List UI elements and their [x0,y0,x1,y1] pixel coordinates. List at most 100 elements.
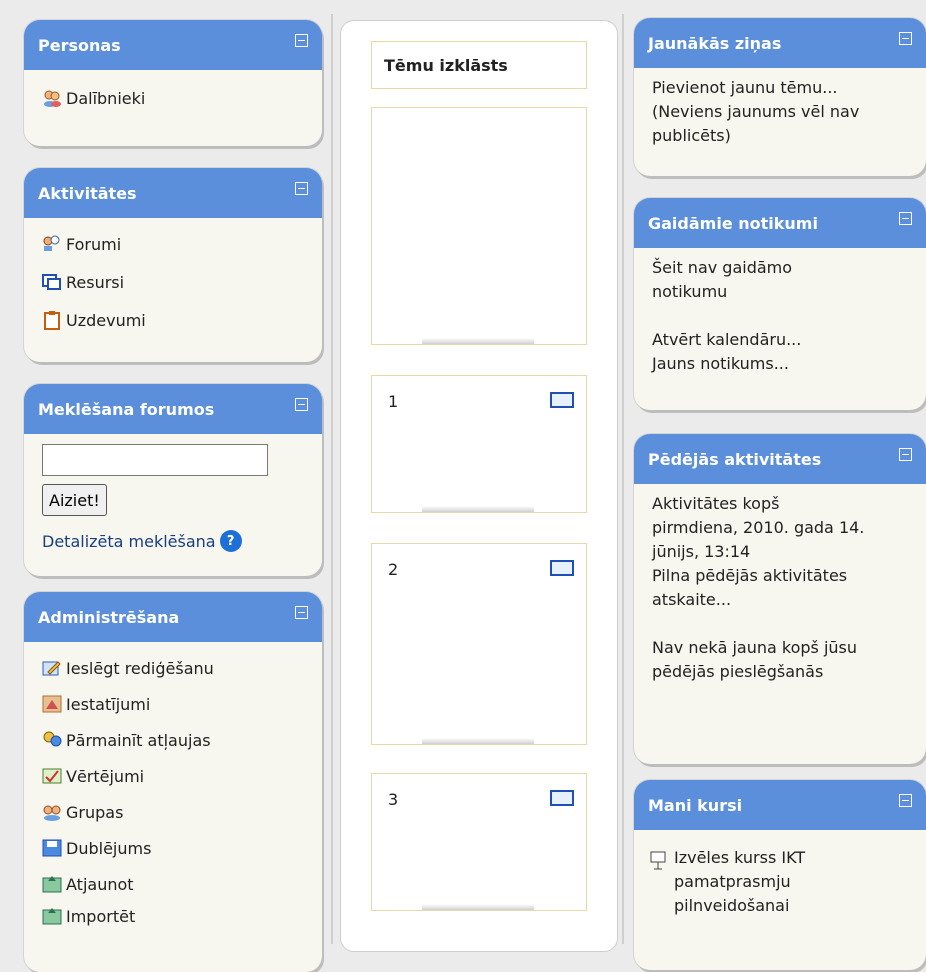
backup-icon [42,838,62,858]
block-title: Meklēšana forumos [38,400,215,419]
advanced-search-label: Detalizēta meklēšana [42,531,216,551]
section-0 [371,107,587,345]
grades-icon [42,766,62,786]
column-divider-left [331,14,333,944]
block-header: Jaunākās ziņas [634,18,926,68]
admin-item-label: Pārmainīt atļaujas [66,730,211,750]
settings-icon [42,694,62,714]
section-view-icon[interactable] [550,790,574,806]
admin-item-label: Iestatījumi [66,694,151,714]
collapse-icon[interactable] [295,398,308,411]
section-divider [422,506,534,512]
collapse-icon[interactable] [295,34,308,47]
activity-resources[interactable]: Resursi [42,272,124,292]
admin-item-label: Dublējums [66,838,152,858]
admin-item-settings[interactable]: Iestatījumi [42,694,150,714]
block-title: Personas [38,36,121,55]
admin-item-label: Ieslēgt rediģēšanu [66,658,214,678]
block-title: Administrēšana [38,608,180,627]
collapse-icon[interactable] [899,448,912,461]
full-report-link[interactable]: atskaite... [652,588,864,612]
section-number: 3 [388,790,399,809]
restore-icon [42,874,62,894]
block-header: Mani kursi [634,780,926,830]
advanced-search-link[interactable]: Detalizēta meklēšana ? [42,530,242,552]
course-content: Tēmu izklāsts 1 2 3 [340,20,618,952]
block-header: Gaidāmie notikumi [634,198,926,248]
full-report-link[interactable]: Pilna pēdējās aktivitātes [652,564,864,588]
nothing-new-text: Nav nekā jauna kopš jūsu [652,638,858,657]
block-title: Jaunākās ziņas [648,34,782,53]
admin-item-backup[interactable]: Dublējums [42,838,151,858]
block-title: Gaidāmie notikumi [648,214,818,233]
block-header: Aktivitātes [24,168,322,218]
activity-assignments[interactable]: Uzdevumi [42,310,146,330]
groups-icon [42,802,62,822]
admin-item-grades[interactable]: Vērtējumi [42,766,144,786]
section-3: 3 [371,773,587,911]
assignment-icon [42,310,62,330]
events-empty-text: Šeit nav gaidāmo [652,258,793,277]
search-go-button[interactable]: Aiziet! [42,484,107,516]
activity-label: Forumi [66,234,122,254]
block-my-courses: Mani kursi Izvēles kurss IKT pamatprasmj… [634,780,926,970]
section-number: 1 [388,392,399,411]
section-number: 2 [388,560,399,579]
admin-item-label: Atjaunot [66,874,134,894]
block-header: Pēdējās aktivitātes [634,434,926,484]
help-icon[interactable]: ? [219,530,242,552]
edit-icon [42,658,62,678]
collapse-icon[interactable] [899,794,912,807]
recent-activity-text: Aktivitātes kopš [652,494,780,513]
admin-item-label: Vērtējumi [66,766,145,786]
admin-item-label: Grupas [66,802,124,822]
recent-activity-text: jūnijs, 13:14 [652,542,751,561]
block-recent-activity: Pēdējās aktivitātes Aktivitātes kopš pir… [634,434,926,764]
section-divider [422,904,534,910]
news-empty-text: (Neviens jaunums vēl nav [652,102,860,121]
section-view-icon[interactable] [550,392,574,408]
admin-item-restore[interactable]: Atjaunot [42,874,134,894]
block-upcoming-events: Gaidāmie notikumi Šeit nav gaidāmo notik… [634,198,926,410]
course-link[interactable]: Izvēles kurss IKT [674,846,805,870]
open-calendar-link[interactable]: Atvērt kalendāru... [652,328,801,352]
participants-icon [42,88,62,108]
block-header: Meklēšana forumos [24,384,322,434]
column-divider-right [622,14,624,944]
collapse-icon[interactable] [899,212,912,225]
topic-outline-header: Tēmu izklāsts [371,41,587,89]
course-link[interactable]: pilnveidošanai [674,894,805,918]
events-empty-text: notikumu [652,282,728,301]
permissions-icon [42,730,62,750]
block-personas: Personas Dalībnieki [24,20,322,146]
activity-forums[interactable]: Forumi [42,234,121,254]
collapse-icon[interactable] [899,32,912,45]
page-title: Tēmu izklāsts [384,56,508,75]
admin-item-label: Importēt [66,906,136,926]
new-event-link[interactable]: Jauns notikums... [652,352,801,376]
block-title: Pēdējās aktivitātes [648,450,822,469]
forum-search-input[interactable] [42,444,268,476]
block-activities: Aktivitātes Forumi Resursi Uzdevumi [24,168,322,362]
block-header: Personas [24,20,322,70]
activity-label: Resursi [66,272,125,292]
participants-link[interactable]: Dalībnieki [42,88,145,108]
participants-label: Dalībnieki [66,88,146,108]
import-icon [42,906,62,926]
admin-item-permissions[interactable]: Pārmainīt atļaujas [42,730,211,750]
collapse-icon[interactable] [295,606,308,619]
course-link[interactable]: pamatprasmju [674,870,805,894]
recent-activity-text: pirmdiena, 2010. gada 14. [652,518,865,537]
block-title: Aktivitātes [38,184,137,203]
section-divider [422,738,534,744]
admin-item-import[interactable]: Importēt [42,906,135,926]
resource-icon [42,272,62,292]
admin-item-groups[interactable]: Grupas [42,802,123,822]
section-2: 2 [371,543,587,745]
admin-item-edit[interactable]: Ieslēgt rediģēšanu [42,658,214,678]
section-view-icon[interactable] [550,560,574,576]
section-1: 1 [371,375,587,513]
section-divider [422,338,534,344]
collapse-icon[interactable] [295,182,308,195]
add-topic-link[interactable]: Pievienot jaunu tēmu... [652,76,859,100]
